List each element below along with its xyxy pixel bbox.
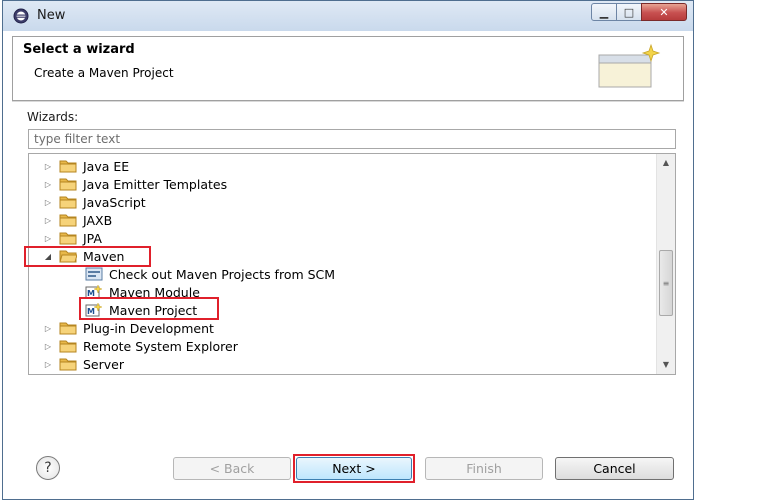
header-divider [12, 101, 684, 102]
folder-icon [59, 160, 77, 173]
tree-item-remote-system-explorer[interactable]: ▷ Remote System Explorer [43, 337, 238, 355]
scroll-down-arrow-icon[interactable]: ▼ [657, 356, 675, 374]
tree-item-maven[interactable]: ◢ Maven [43, 247, 125, 265]
close-icon: ✕ [659, 5, 669, 19]
tree-item-label: JavaScript [83, 194, 146, 210]
tree-item-javascript[interactable]: ▷ JavaScript [43, 193, 146, 211]
wizards-label: Wizards: [27, 110, 79, 124]
expand-arrow-icon[interactable]: ▷ [43, 234, 53, 243]
folder-icon [59, 232, 77, 245]
wizard-header: Select a wizard Create a Maven Project [12, 36, 684, 101]
tree-item-java-ee[interactable]: ▷ Java EE [43, 157, 129, 175]
expand-arrow-icon[interactable]: ▷ [43, 216, 53, 225]
maximize-button[interactable]: □ [616, 3, 642, 21]
tree-item-maven-project[interactable]: M Maven Project [85, 301, 197, 319]
open-folder-icon [59, 250, 77, 263]
page-title: Select a wizard [23, 42, 135, 57]
maximize-icon: □ [623, 5, 635, 19]
tree-scrollbar[interactable]: ▲ ≡ ▼ [656, 154, 675, 374]
window-title: New [37, 8, 66, 23]
next-button[interactable]: Next > [296, 457, 412, 480]
svg-text:M: M [87, 307, 95, 316]
tree-item-checkout-maven-scm[interactable]: Check out Maven Projects from SCM [85, 265, 335, 283]
scrollbar-thumb[interactable]: ≡ [659, 250, 673, 316]
page-description: Create a Maven Project [34, 66, 174, 80]
tree-item-server[interactable]: ▷ Server [43, 355, 124, 373]
collapse-arrow-icon[interactable]: ◢ [43, 252, 53, 261]
tree-item-label: Maven Module [109, 284, 200, 300]
expand-arrow-icon[interactable]: ▷ [43, 198, 53, 207]
tree-item-maven-module[interactable]: M Maven Module [85, 283, 200, 301]
folder-icon [59, 340, 77, 353]
svg-text:M: M [87, 289, 95, 298]
minimize-icon: ▁ [599, 5, 609, 19]
expand-arrow-icon[interactable]: ▷ [43, 162, 53, 171]
tree-item-label: Java EE [83, 158, 130, 174]
tree-item-label: Remote System Explorer [83, 338, 238, 354]
finish-button[interactable]: Finish [425, 457, 543, 480]
wizard-tree[interactable]: ▷ Java EE ▷ Java Emitter Templates ▷ Jav… [28, 153, 676, 375]
scm-checkout-icon [85, 267, 103, 281]
minimize-button[interactable]: ▁ [591, 3, 617, 21]
maven-module-icon: M [85, 284, 103, 299]
tree-item-jaxb[interactable]: ▷ JAXB [43, 211, 112, 229]
folder-icon [59, 196, 77, 209]
expand-arrow-icon[interactable]: ▷ [43, 180, 53, 189]
folder-icon [59, 358, 77, 371]
back-button[interactable]: < Back [173, 457, 291, 480]
tree-item-label: Server [83, 356, 124, 372]
expand-arrow-icon[interactable]: ▷ [43, 342, 53, 351]
eclipse-app-icon [13, 8, 29, 24]
tree-item-plugin-development[interactable]: ▷ Plug-in Development [43, 319, 214, 337]
tree-item-label: Check out Maven Projects from SCM [109, 266, 336, 282]
tree-item-label: Java Emitter Templates [83, 176, 228, 192]
title-bar[interactable]: New ▁ □ ✕ [3, 1, 693, 31]
tree-item-label: Maven Project [109, 302, 198, 318]
help-icon[interactable]: ? [36, 456, 60, 480]
tree-item-label: Maven [83, 248, 125, 264]
scroll-up-arrow-icon[interactable]: ▲ [657, 154, 675, 172]
expand-arrow-icon[interactable]: ▷ [43, 324, 53, 333]
filter-input[interactable] [28, 129, 676, 149]
folder-icon [59, 322, 77, 335]
maven-project-icon: M [85, 302, 103, 317]
window-controls: ▁ □ ✕ [591, 3, 687, 23]
tree-item-label: JAXB [83, 212, 113, 228]
close-button[interactable]: ✕ [641, 3, 687, 21]
tree-item-label: Plug-in Development [83, 320, 214, 336]
tree-item-java-emitter-templates[interactable]: ▷ Java Emitter Templates [43, 175, 227, 193]
expand-arrow-icon[interactable]: ▷ [43, 360, 53, 369]
tree-item-jpa[interactable]: ▷ JPA [43, 229, 102, 247]
grip-icon: ≡ [662, 278, 670, 288]
folder-icon [59, 178, 77, 191]
tree-item-label: JPA [83, 230, 102, 246]
new-wizard-banner-icon [598, 43, 661, 88]
cancel-button[interactable]: Cancel [555, 457, 674, 480]
folder-icon [59, 214, 77, 227]
